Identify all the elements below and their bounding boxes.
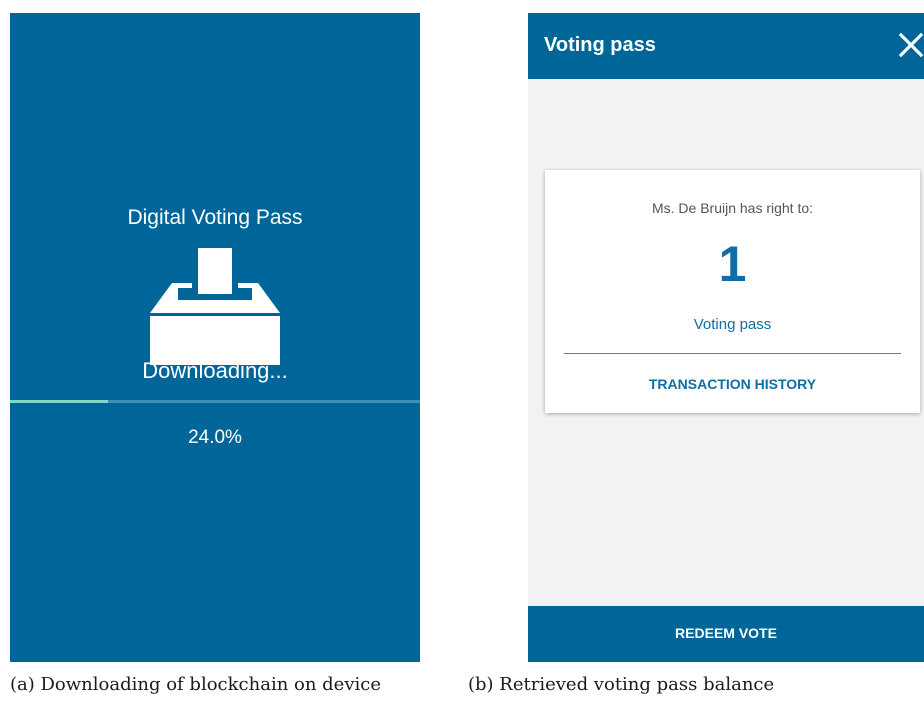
download-progress-fill	[10, 400, 109, 403]
divider	[564, 353, 901, 354]
download-screen: Digital Voting Pass Downloading... 24.0%	[10, 13, 420, 662]
app-bar-title: Voting pass	[544, 34, 656, 56]
ballot-box-icon	[150, 243, 280, 365]
download-percent: 24.0%	[188, 427, 242, 448]
entitlement-label: Ms. De Bruijn has right to:	[651, 200, 814, 216]
caption-a: (a) Downloading of blockchain on device	[10, 674, 381, 695]
download-progress-bar	[10, 400, 420, 403]
app-title: Digital Voting Pass	[127, 206, 303, 229]
balance-card: Ms. De Bruijn has right to: 1 Voting pas…	[545, 170, 920, 413]
caption-b: (b) Retrieved voting pass balance	[468, 674, 775, 695]
voting-pass-screen: Voting pass Ms. De Bruijn has right to: …	[528, 13, 924, 662]
app-bar: Voting pass	[528, 13, 924, 79]
voting-pass-count: 1	[718, 236, 747, 292]
download-status: Downloading...	[142, 358, 288, 383]
voting-pass-unit: Voting pass	[693, 316, 772, 333]
close-icon[interactable]	[898, 32, 924, 58]
redeem-vote-button[interactable]: REDEEM VOTE	[528, 606, 924, 662]
transaction-history-button[interactable]: TRANSACTION HISTORY	[545, 376, 920, 392]
redeem-vote-label: REDEEM VOTE	[675, 625, 777, 641]
